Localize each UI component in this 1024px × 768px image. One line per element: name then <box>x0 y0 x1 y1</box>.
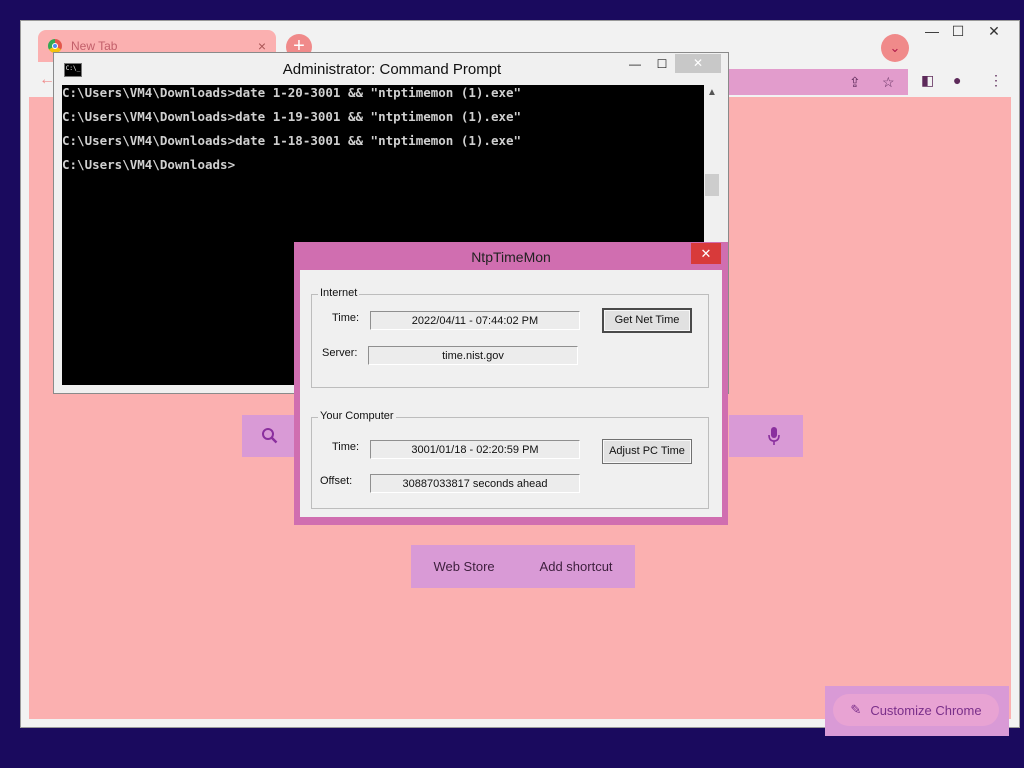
ntptimemon-dialog: NtpTimeMon ✕ Internet Time: 2022/04/11 -… <box>294 242 728 525</box>
scroll-up-icon[interactable]: ▲ <box>704 87 720 98</box>
customize-chrome-label: Customize Chrome <box>870 702 982 718</box>
offset-label: Offset: <box>320 475 353 487</box>
maximize-icon[interactable]: ☐ <box>943 23 973 40</box>
search-box-right[interactable] <box>729 415 803 457</box>
cmd-maximize-icon[interactable]: ☐ <box>648 57 676 71</box>
computer-legend: Your Computer <box>318 410 396 422</box>
search-box-left[interactable] <box>242 415 298 457</box>
shortcuts-row: Web Store Add shortcut <box>411 545 635 588</box>
internet-time-field[interactable]: 2022/04/11 - 07:44:02 PM <box>370 311 580 330</box>
pencil-icon: ✎ <box>850 702 862 717</box>
customize-area: ✎ Customize Chrome <box>825 686 1009 736</box>
computer-time-label: Time: <box>332 441 360 453</box>
omnibox-end[interactable]: ⇪ ☆ <box>726 69 908 95</box>
web-store-shortcut[interactable]: Web Store <box>433 559 494 574</box>
tab-search-button[interactable]: ⌄ <box>881 34 909 62</box>
mic-icon[interactable] <box>768 427 780 446</box>
dialog-body: Internet Time: 2022/04/11 - 07:44:02 PM … <box>300 270 722 517</box>
bookmark-star-icon[interactable]: ☆ <box>882 74 895 91</box>
offset-field[interactable]: 30887033817 seconds ahead <box>370 474 580 493</box>
share-icon[interactable]: ⇪ <box>849 74 861 91</box>
your-computer-group: Your Computer Time: 3001/01/18 - 02:20:5… <box>311 410 709 509</box>
console-line: C:\Users\VM4\Downloads>date 1-19-3001 &&… <box>62 109 522 124</box>
internet-time-label: Time: <box>332 312 360 324</box>
add-shortcut-button[interactable]: Add shortcut <box>540 559 613 574</box>
internet-group: Internet Time: 2022/04/11 - 07:44:02 PM … <box>311 287 709 388</box>
search-icon <box>262 428 278 444</box>
customize-chrome-button[interactable]: ✎ Customize Chrome <box>833 694 999 726</box>
console-prompt: C:\Users\VM4\Downloads> <box>62 157 236 172</box>
server-label: Server: <box>322 347 358 359</box>
internet-legend: Internet <box>318 287 360 299</box>
console-line: C:\Users\VM4\Downloads>date 1-20-3001 &&… <box>62 85 522 100</box>
dialog-close-button[interactable]: ✕ <box>691 243 721 264</box>
server-field[interactable]: time.nist.gov <box>368 346 578 365</box>
side-panel-icon[interactable]: ◧ <box>921 72 934 89</box>
get-net-time-button[interactable]: Get Net Time <box>602 308 692 333</box>
profile-icon[interactable]: ● <box>953 72 961 88</box>
adjust-pc-time-button[interactable]: Adjust PC Time <box>602 439 692 464</box>
cmd-close-button[interactable]: ✕ <box>675 54 721 73</box>
dialog-title: NtpTimeMon <box>471 249 551 265</box>
computer-time-field[interactable]: 3001/01/18 - 02:20:59 PM <box>370 440 580 459</box>
scroll-thumb[interactable] <box>705 174 719 196</box>
console-line: C:\Users\VM4\Downloads>date 1-18-3001 &&… <box>62 133 522 148</box>
menu-dots-icon[interactable]: ⋮ <box>989 72 1003 89</box>
chrome-logo-icon <box>48 39 62 53</box>
tab-title: New Tab <box>71 39 118 53</box>
close-icon[interactable]: ✕ <box>979 23 1009 40</box>
cmd-minimize-icon[interactable]: — <box>621 57 649 71</box>
